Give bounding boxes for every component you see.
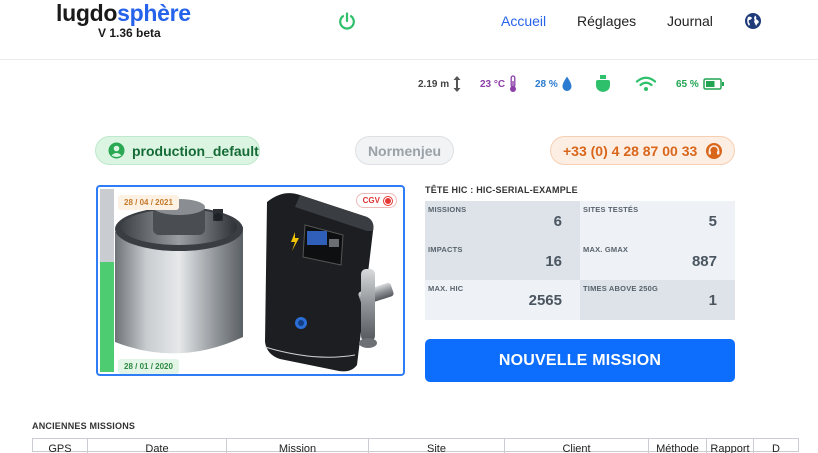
stat-impacts-value: 16	[545, 252, 562, 270]
stat-times-above: TIMES ABOVE 250G 1	[580, 280, 735, 320]
nav-journal[interactable]: Journal	[667, 13, 713, 29]
stat-sites: SITES TESTÉS 5	[580, 201, 735, 241]
new-mission-button[interactable]: NOUVELLE MISSION	[425, 339, 735, 382]
temperature-value: 23 °C	[480, 78, 506, 90]
cgv-badge[interactable]: CGV	[355, 193, 397, 208]
cgv-label: CGV	[362, 196, 380, 205]
stat-gmax-label: MAX. GMAX	[583, 244, 629, 254]
column-header-client[interactable]: Client	[505, 439, 649, 453]
hic-device-image	[115, 193, 394, 372]
user-circle-icon	[108, 142, 125, 159]
nav-home[interactable]: Accueil	[501, 13, 546, 29]
battery-status: 65 %	[676, 72, 725, 96]
stat-gmax-value: 887	[691, 252, 717, 270]
height-arrows-icon	[453, 76, 461, 92]
thermometer-icon	[510, 75, 517, 92]
stat-times-above-value: 1	[708, 292, 717, 310]
battery-icon	[703, 78, 724, 90]
nav-settings[interactable]: Réglages	[577, 13, 636, 29]
humidity-value: 28 %	[535, 78, 558, 90]
column-header-date[interactable]: Date	[88, 439, 227, 453]
stat-sites-label: SITES TESTÉS	[583, 205, 639, 214]
hic-head-title: TÊTE HIC : HIC-SERIAL-EXAMPLE	[425, 185, 578, 195]
power-icon[interactable]	[337, 11, 357, 31]
cgv-status-dot	[384, 196, 392, 205]
column-header-report[interactable]: Rapport	[707, 439, 754, 453]
stat-hic-label: MAX. HIC	[428, 284, 464, 294]
stat-missions-label: MISSIONS	[428, 205, 467, 214]
column-header-d[interactable]: D	[754, 439, 798, 453]
logo: lugdosphère	[56, 0, 191, 26]
globe-icon[interactable]	[744, 12, 762, 30]
stat-hic-value: 2565	[528, 292, 562, 310]
logo-text-dark: lugdo	[56, 0, 118, 26]
column-header-site[interactable]: Site	[369, 439, 505, 453]
support-phone-label: +33 (0) 4 28 87 00 33	[563, 142, 698, 159]
app-version: V 1.36 beta	[98, 26, 161, 40]
stat-impacts-label: IMPACTS	[428, 244, 463, 254]
height-value: 2.19 m	[418, 78, 450, 90]
top-bar: lugdosphère V 1.36 beta Accueil Réglages…	[0, 0, 818, 60]
calibration-life-bar	[100, 189, 114, 372]
stat-times-above-label: TIMES ABOVE 250G	[583, 284, 659, 294]
stat-impacts: IMPACTS 16	[425, 240, 580, 281]
brand[interactable]: lugdosphère V 1.36 beta	[56, 0, 191, 40]
headset-icon	[706, 142, 723, 159]
old-missions-title: ANCIENNES MISSIONS	[32, 421, 136, 431]
helmet-sensor-icon	[596, 75, 610, 92]
organization-badge[interactable]: Normenjeu	[355, 136, 454, 165]
support-phone-badge[interactable]: +33 (0) 4 28 87 00 33	[550, 136, 735, 165]
water-drop-icon	[562, 76, 572, 91]
stat-sites-value: 5	[708, 213, 717, 230]
stats-grid: MISSIONS 6 SITES TESTÉS 5 IMPACTS 16 MAX…	[425, 201, 735, 320]
column-header-method[interactable]: Méthode	[649, 439, 707, 453]
column-header-mission[interactable]: Mission	[227, 439, 369, 453]
height-status: 2.19 m	[418, 72, 462, 96]
stat-missions-value: 6	[553, 213, 562, 230]
calibration-life-fill	[100, 262, 114, 372]
logo-text-blue: sphère	[117, 0, 191, 26]
organization-label: Normenjeu	[367, 142, 442, 159]
temperature-status: 23 °C	[480, 72, 518, 96]
old-missions-table: GPS Date Mission Site Client Méthode Rap…	[32, 438, 799, 453]
device-status	[594, 72, 612, 96]
user-profile-badge[interactable]: production_default	[95, 136, 260, 165]
battery-value: 65 %	[676, 78, 699, 90]
humidity-status: 28 %	[535, 72, 573, 96]
wifi-icon	[635, 76, 657, 91]
column-header-gps[interactable]: GPS	[33, 439, 88, 453]
calibration-date: 28 / 04 / 2021	[118, 195, 179, 210]
user-profile-label: production_default	[132, 142, 259, 159]
stat-missions: MISSIONS 6	[425, 201, 580, 241]
stat-hic: MAX. HIC 2565	[425, 280, 580, 320]
manufacture-date: 28 / 01 / 2020	[118, 359, 179, 374]
stat-gmax: MAX. GMAX 887	[580, 240, 735, 281]
hic-head-photo[interactable]: 28 / 04 / 2021 28 / 01 / 2020 CGV	[96, 185, 405, 376]
wifi-status	[635, 72, 657, 96]
